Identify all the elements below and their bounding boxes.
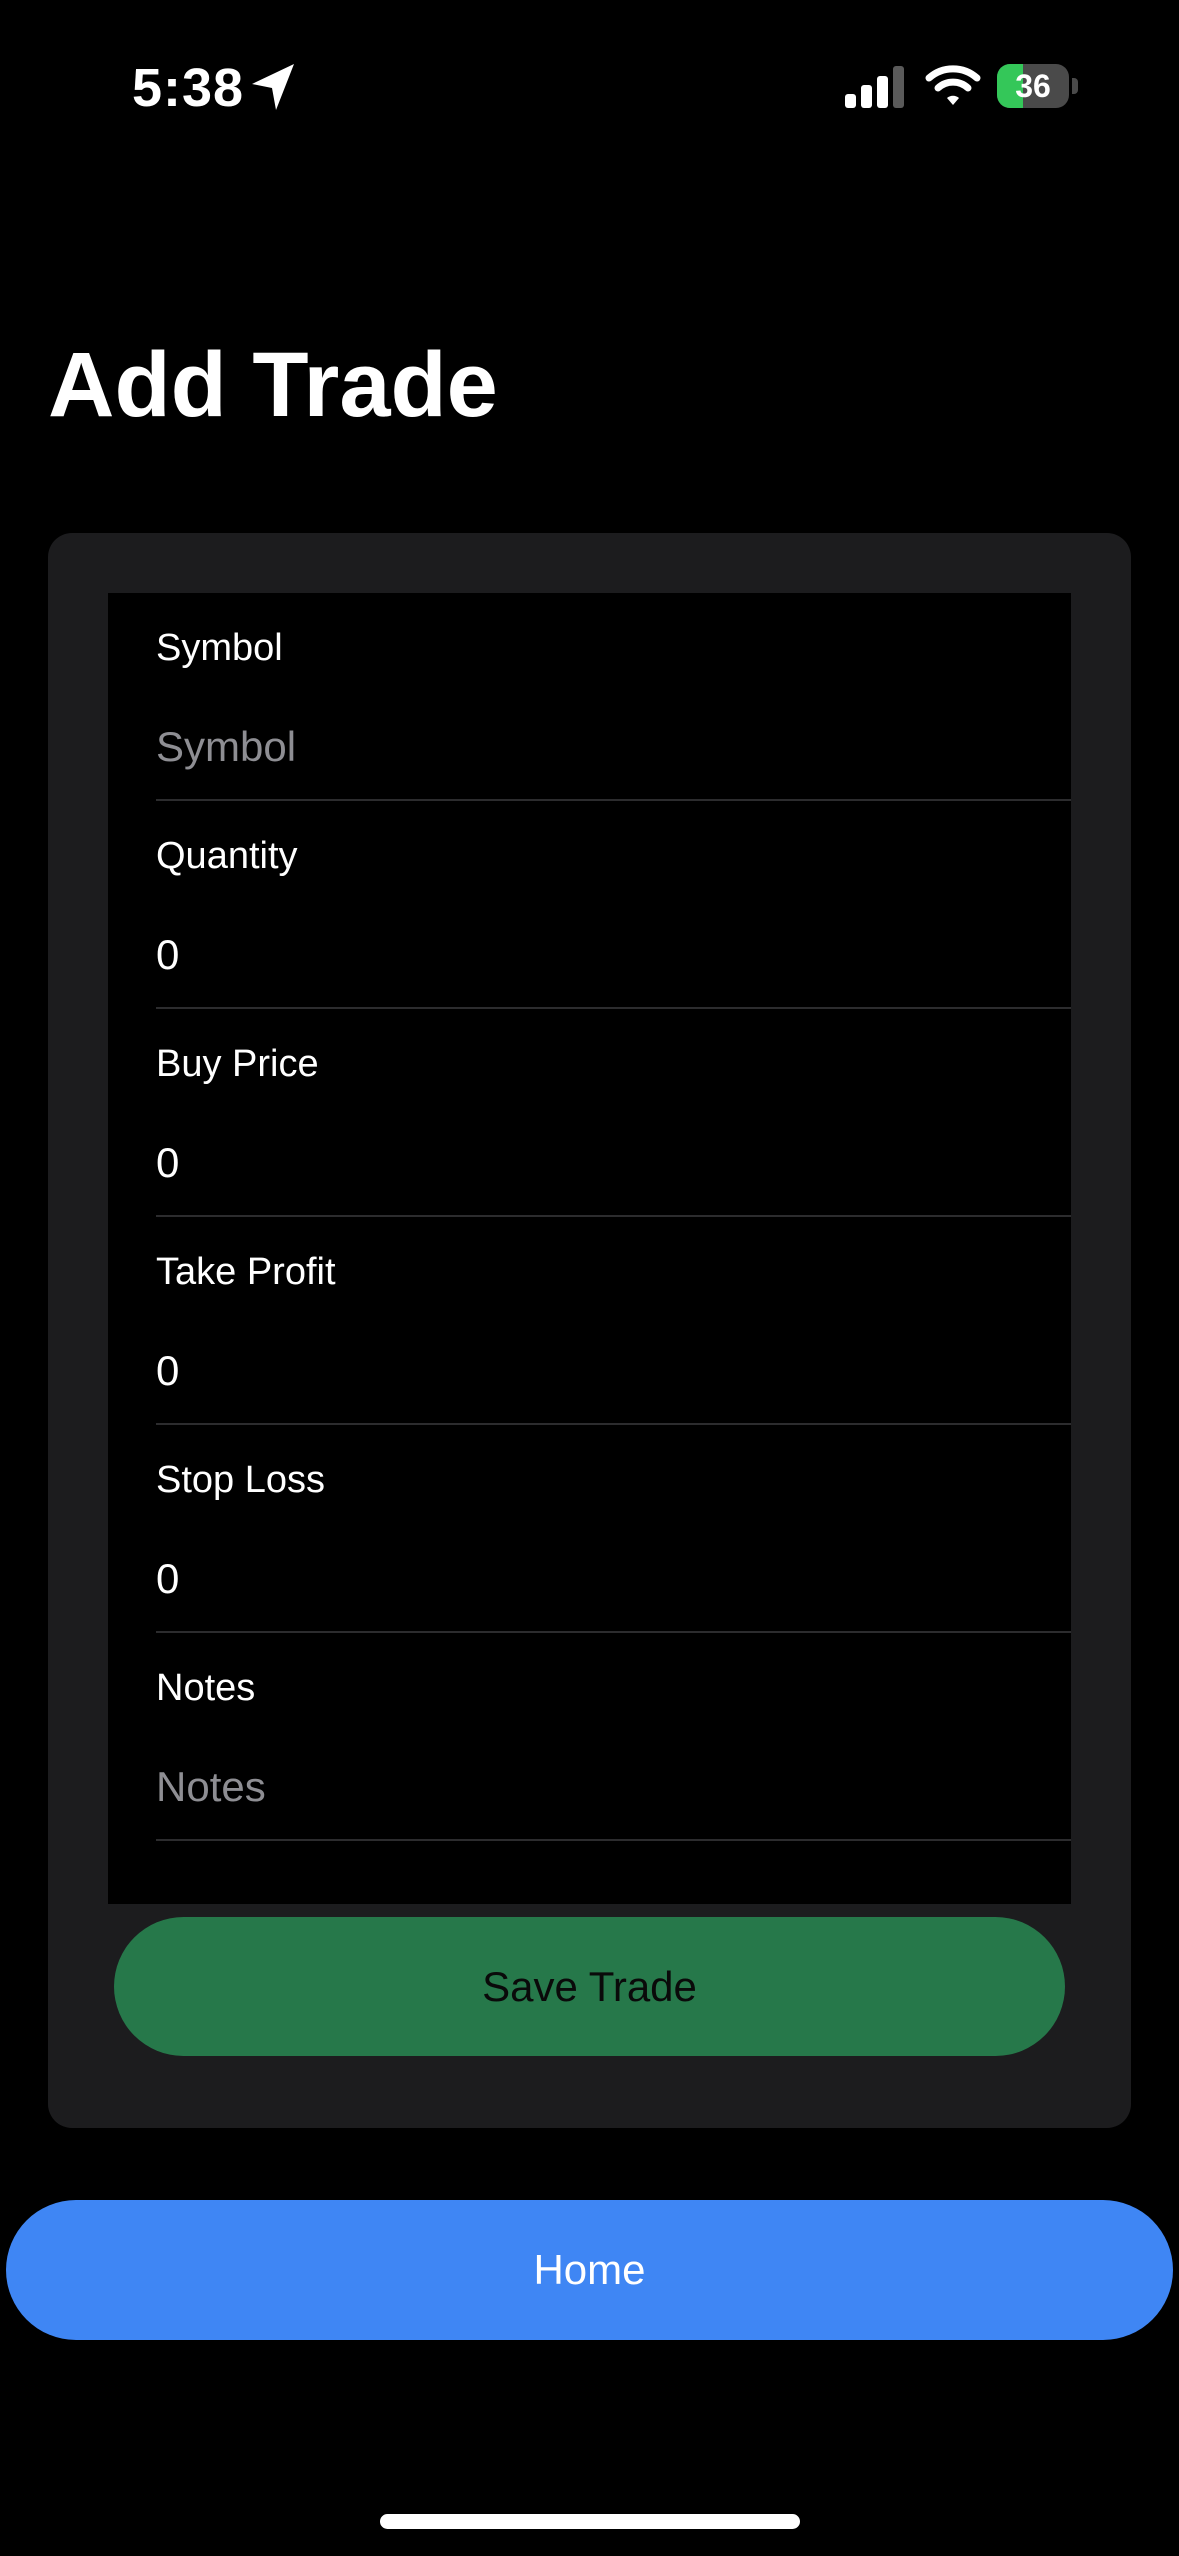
page-title: Add Trade: [48, 334, 498, 436]
field-label: Stop Loss: [156, 1459, 325, 1501]
take-profit-input[interactable]: 0: [156, 1343, 179, 1399]
stop-loss-input[interactable]: 0: [156, 1551, 179, 1607]
buy-price-input[interactable]: 0: [156, 1135, 179, 1191]
quantity-input[interactable]: 0: [156, 927, 179, 983]
home-indicator: [380, 2514, 800, 2529]
field-quantity: Quantity 0: [108, 801, 1071, 1009]
location-arrow-icon: [252, 64, 294, 110]
symbol-input[interactable]: Symbol: [156, 719, 296, 775]
field-notes: Notes Notes: [108, 1633, 1071, 1841]
cellular-signal-icon: [845, 66, 904, 108]
field-label: Quantity: [156, 835, 298, 877]
battery-charging-icon: 36: [997, 64, 1079, 108]
status-time: 5:38: [132, 58, 245, 118]
field-take-profit: Take Profit 0: [108, 1217, 1071, 1425]
wifi-icon: [925, 65, 981, 105]
save-trade-button[interactable]: Save Trade: [114, 1917, 1065, 2056]
field-label: Symbol: [156, 627, 283, 669]
home-button[interactable]: Home: [6, 2200, 1173, 2340]
field-label: Notes: [156, 1667, 256, 1709]
field-label: Take Profit: [156, 1251, 336, 1293]
divider: [156, 1839, 1071, 1841]
field-symbol: Symbol Symbol: [108, 593, 1071, 801]
field-buy-price: Buy Price 0: [108, 1009, 1071, 1217]
battery-level: 36: [1015, 68, 1051, 104]
notes-input[interactable]: Notes: [156, 1759, 266, 1815]
field-stop-loss: Stop Loss 0: [108, 1425, 1071, 1633]
trade-form: Symbol Symbol Quantity 0 Buy Price 0 Take Prof…: [108, 593, 1071, 1904]
field-label: Buy Price: [156, 1043, 319, 1085]
